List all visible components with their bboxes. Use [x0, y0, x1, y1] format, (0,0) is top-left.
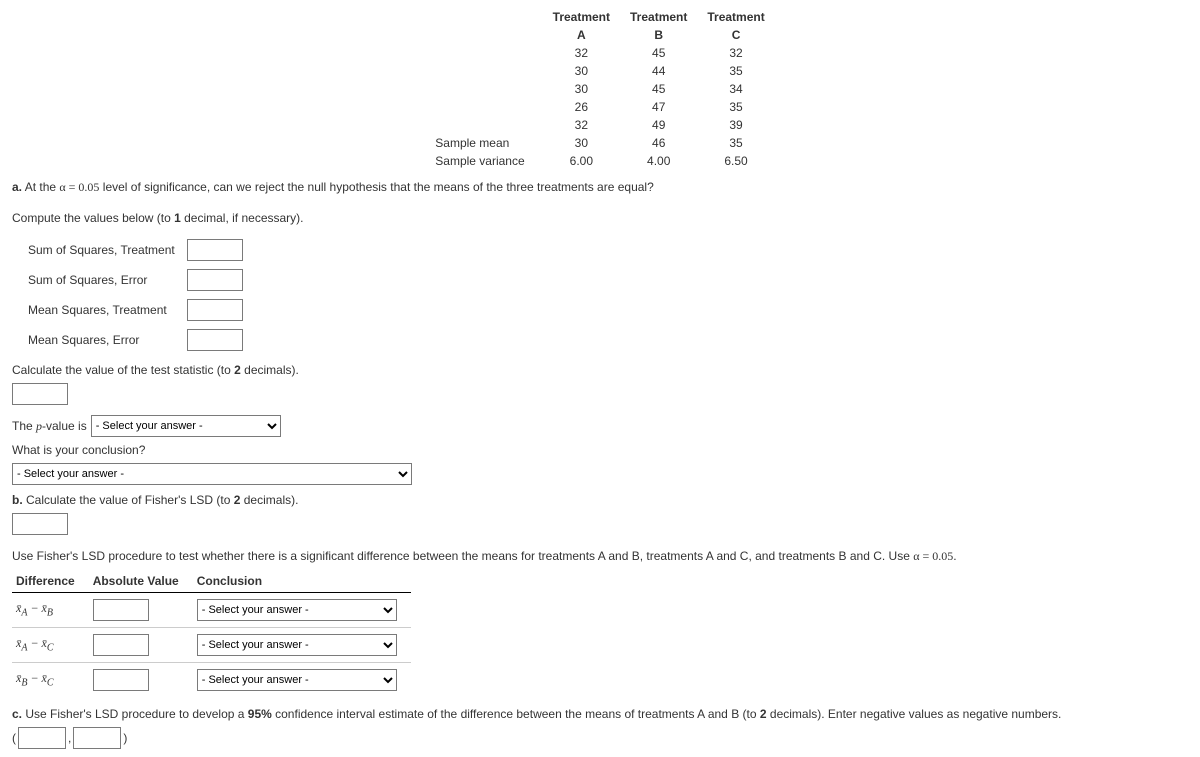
label-sst: Sum of Squares, Treatment: [22, 235, 181, 265]
input-sse[interactable]: [187, 269, 243, 291]
select-conclusion-ac[interactable]: - Select your answer -: [197, 634, 397, 656]
col-sub-c: C: [697, 26, 774, 44]
sample-mean-label: Sample mean: [425, 134, 542, 152]
conclusion-label: What is your conclusion?: [12, 443, 1188, 457]
select-conclusion-ab[interactable]: - Select your answer -: [197, 599, 397, 621]
diff-a-b: x̄A − x̄B: [16, 601, 53, 615]
col-sub-b: B: [620, 26, 697, 44]
anova-inputs: Sum of Squares, Treatment Sum of Squares…: [22, 235, 249, 355]
sample-variance-label: Sample variance: [425, 152, 542, 170]
input-test-statistic[interactable]: [12, 383, 68, 405]
lsd-col-conclusion: Conclusion: [193, 570, 411, 593]
pvalue-label: The p-value is: [12, 419, 87, 434]
ci-open: (: [12, 731, 16, 745]
label-mst: Mean Squares, Treatment: [22, 295, 181, 325]
col-header-a: Treatment: [543, 8, 620, 26]
input-abs-ab[interactable]: [93, 599, 149, 621]
select-pvalue[interactable]: - Select your answer -: [91, 415, 281, 437]
lsd-col-difference: Difference: [12, 570, 89, 593]
col-header-c: Treatment: [697, 8, 774, 26]
label-sse: Sum of Squares, Error: [22, 265, 181, 295]
lsd-intro: Use Fisher's LSD procedure to test wheth…: [12, 549, 1188, 564]
col-sub-a: A: [543, 26, 620, 44]
select-conclusion[interactable]: - Select your answer -: [12, 463, 412, 485]
lsd-col-absvalue: Absolute Value: [89, 570, 193, 593]
question-b: b. Calculate the value of Fisher's LSD (…: [12, 493, 1188, 507]
ci-close: ): [123, 731, 127, 745]
lsd-table: Difference Absolute Value Conclusion x̄A…: [12, 570, 411, 697]
question-c: c. Use Fisher's LSD procedure to develop…: [12, 707, 1188, 721]
input-abs-ac[interactable]: [93, 634, 149, 656]
diff-b-c: x̄B − x̄C: [16, 671, 54, 685]
input-sst[interactable]: [187, 239, 243, 261]
test-stat-prompt: Calculate the value of the test statisti…: [12, 363, 1188, 377]
ci-comma: ,: [68, 731, 71, 745]
question-a: a. At the α = 0.05 level of significance…: [12, 180, 1188, 195]
diff-a-c: x̄A − x̄C: [16, 636, 54, 650]
input-mse[interactable]: [187, 329, 243, 351]
select-conclusion-bc[interactable]: - Select your answer -: [197, 669, 397, 691]
input-ci-lower[interactable]: [18, 727, 66, 749]
label-mse: Mean Squares, Error: [22, 325, 181, 355]
input-ci-upper[interactable]: [73, 727, 121, 749]
input-abs-bc[interactable]: [93, 669, 149, 691]
col-header-b: Treatment: [620, 8, 697, 26]
input-fisher-lsd[interactable]: [12, 513, 68, 535]
compute-prompt: Compute the values below (to 1 decimal, …: [12, 211, 1188, 225]
input-mst[interactable]: [187, 299, 243, 321]
treatment-data-table: Treatment Treatment Treatment A B C 3245…: [425, 8, 774, 170]
